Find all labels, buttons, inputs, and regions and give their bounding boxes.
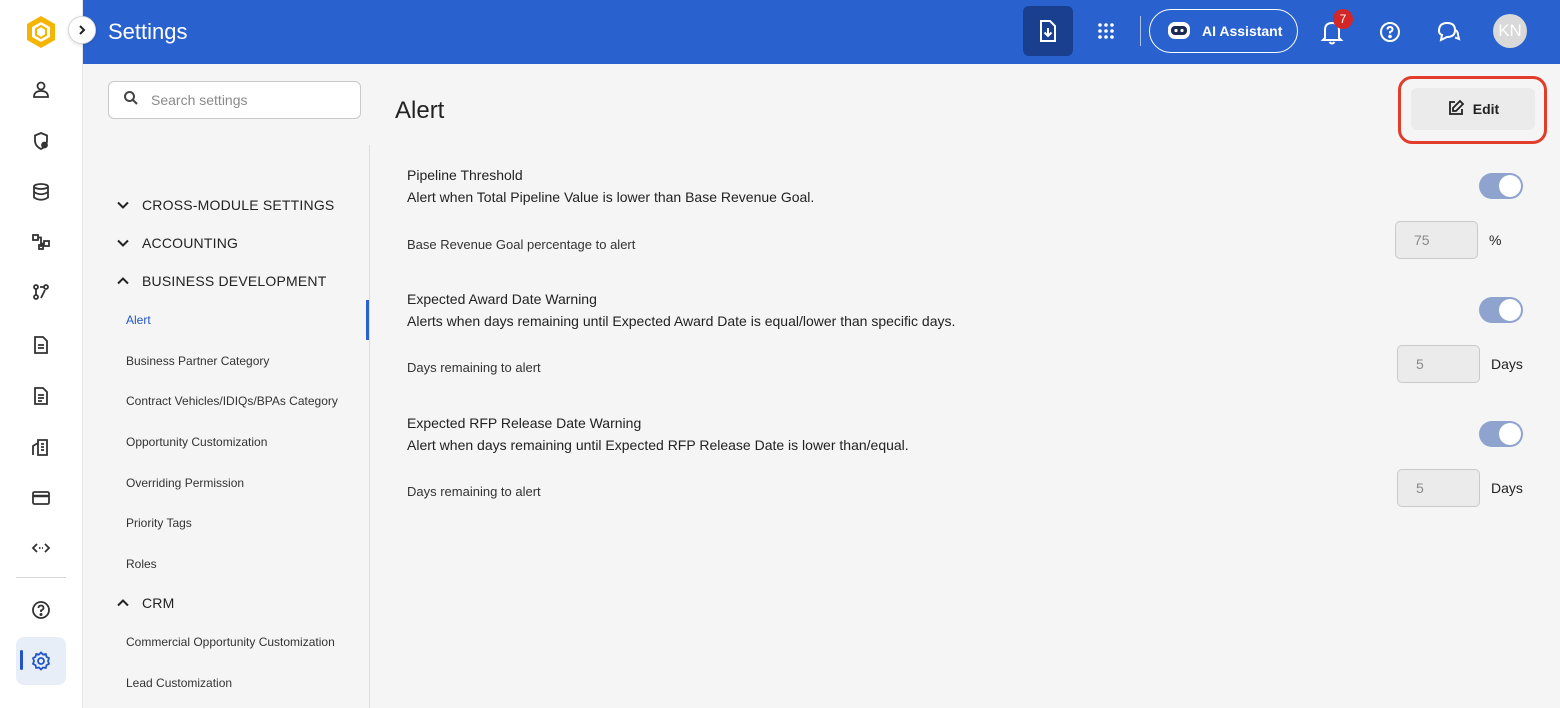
nav-item-contract-vehicles-category[interactable]: Contract Vehicles/IDIQs/BPAs Category — [126, 394, 338, 408]
notification-count-badge: 7 — [1333, 9, 1353, 29]
setting-description: Alert when days remaining until Expected… — [407, 437, 909, 453]
app-rail — [0, 0, 83, 708]
chevron-down-icon — [114, 234, 132, 252]
rfp-release-warning-toggle[interactable] — [1479, 421, 1523, 447]
rfp-days-input[interactable] — [1397, 469, 1480, 507]
page-title: Alert — [395, 97, 445, 124]
nav-item-roles[interactable]: Roles — [126, 557, 157, 571]
nav-item-overriding-permission[interactable]: Overriding Permission — [126, 476, 244, 490]
setting-description: Alerts when days remaining until Expecte… — [407, 313, 956, 329]
nav-group-label: BUSINESS DEVELOPMENT — [142, 273, 327, 289]
field-label: Days remaining to alert — [407, 360, 541, 375]
toggle-knob — [1499, 175, 1521, 197]
field-label: Days remaining to alert — [407, 484, 541, 499]
rail-expand-button[interactable] — [68, 16, 96, 44]
nav-group-label: CROSS-MODULE SETTINGS — [142, 197, 335, 213]
apps-grid-icon[interactable] — [1093, 18, 1119, 44]
nav-group-label: ACCOUNTING — [142, 235, 239, 251]
award-date-warning-toggle[interactable] — [1479, 297, 1523, 323]
chevron-up-icon — [114, 594, 132, 612]
robot-icon — [1166, 19, 1192, 44]
edit-label: Edit — [1472, 101, 1500, 117]
nav-item-commercial-opportunity-customization[interactable]: Commercial Opportunity Customization — [126, 635, 335, 649]
document-icon[interactable] — [28, 332, 54, 358]
ai-assistant-button[interactable]: AI Assistant — [1149, 9, 1298, 53]
person-icon[interactable] — [28, 77, 54, 103]
sidebar-divider — [369, 145, 370, 708]
nav-item-opportunity-customization[interactable]: Opportunity Customization — [126, 435, 267, 449]
card-icon[interactable] — [28, 485, 54, 511]
workflow-icon[interactable] — [28, 279, 54, 305]
nav-group-cross-module-settings[interactable]: CROSS-MODULE SETTINGS — [114, 196, 334, 214]
rail-divider — [16, 577, 66, 578]
chat-bubbles-icon[interactable] — [1435, 19, 1461, 45]
org-chart-icon[interactable] — [28, 229, 54, 255]
chevron-down-icon — [114, 196, 132, 214]
field-label: Base Revenue Goal percentage to alert — [407, 237, 636, 252]
shield-icon[interactable] — [28, 128, 54, 154]
setting-description: Alert when Total Pipeline Value is lower… — [407, 189, 815, 205]
code-icon[interactable] — [28, 535, 54, 561]
help-icon[interactable] — [28, 597, 54, 623]
rail-active-bar — [20, 650, 23, 670]
settings-icon[interactable] — [28, 648, 54, 674]
nav-group-accounting[interactable]: ACCOUNTING — [114, 234, 238, 252]
setting-title-expected-award-date: Expected Award Date Warning — [407, 291, 597, 307]
nav-group-crm[interactable]: CRM — [114, 594, 174, 612]
award-days-input[interactable] — [1397, 345, 1480, 383]
search-icon — [123, 90, 139, 111]
download-document-button[interactable] — [1023, 6, 1073, 56]
nav-group-label: CRM — [142, 595, 175, 611]
report-icon[interactable] — [28, 383, 54, 409]
percent-unit: % — [1489, 232, 1502, 248]
help-circle-icon[interactable] — [1377, 19, 1403, 45]
search-settings-field[interactable] — [108, 81, 361, 119]
setting-title-pipeline-threshold: Pipeline Threshold — [407, 167, 523, 183]
days-unit: Days — [1491, 356, 1523, 372]
nav-item-priority-tags[interactable]: Priority Tags — [126, 516, 192, 530]
base-revenue-percentage-input[interactable] — [1395, 221, 1478, 259]
toggle-knob — [1499, 299, 1521, 321]
app-logo-icon[interactable] — [24, 14, 58, 50]
search-input[interactable] — [151, 92, 341, 108]
nav-item-business-partner-category[interactable]: Business Partner Category — [126, 354, 269, 368]
buildings-icon[interactable] — [28, 434, 54, 460]
user-avatar[interactable]: KN — [1493, 14, 1527, 48]
toggle-knob — [1499, 423, 1521, 445]
top-bar: Settings AI Assistant 7 KN — [83, 0, 1560, 64]
setting-title-rfp-release-date: Expected RFP Release Date Warning — [407, 415, 642, 431]
page-header-title: Settings — [108, 19, 188, 44]
nav-item-alert[interactable]: Alert — [126, 313, 151, 327]
nav-group-business-development[interactable]: BUSINESS DEVELOPMENT — [114, 272, 327, 290]
topbar-separator — [1140, 16, 1141, 46]
days-unit: Days — [1491, 480, 1523, 496]
nav-item-lead-customization[interactable]: Lead Customization — [126, 676, 232, 690]
active-nav-indicator — [366, 300, 369, 340]
chevron-up-icon — [114, 272, 132, 290]
database-icon[interactable] — [28, 179, 54, 205]
ai-assistant-label: AI Assistant — [1202, 23, 1283, 39]
edit-button[interactable]: Edit — [1411, 88, 1535, 130]
pipeline-threshold-toggle[interactable] — [1479, 173, 1523, 199]
edit-pencil-icon — [1447, 99, 1465, 120]
